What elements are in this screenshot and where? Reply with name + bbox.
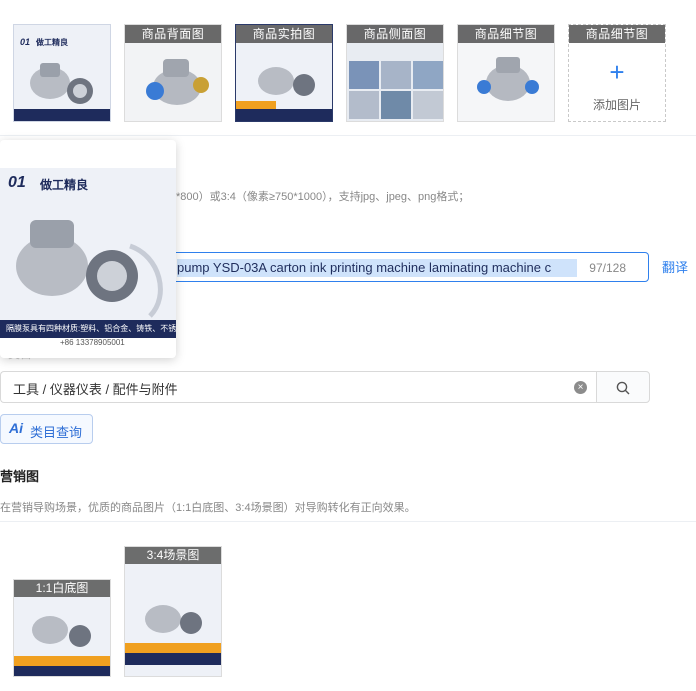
marketing-image-label: 1:1白底图 bbox=[14, 580, 110, 597]
category-value: 工具 / 仪器仪表 / 配件与附件 bbox=[13, 382, 178, 397]
gallery-thumb-real[interactable]: 商品实拍图 bbox=[235, 24, 333, 122]
image-requirements-hint: *800）或3:4（像素≥750*1000），支持jpg、jpeg、png格式； bbox=[176, 191, 470, 203]
marketing-description: 在营销导购场景，优质的商品图片（1:1白底图、3:4场景图）对导购转化有正向效果… bbox=[0, 502, 416, 514]
thumb-title: 做工精良 bbox=[36, 38, 68, 47]
thumb-label: 商品背面图 bbox=[125, 25, 221, 43]
clear-icon[interactable]: × bbox=[574, 381, 587, 394]
thumb-label: 商品细节图 bbox=[458, 25, 554, 43]
add-image-text: 添加图片 bbox=[592, 98, 641, 112]
preview-num: 01 bbox=[8, 174, 26, 191]
gallery-thumb-side[interactable]: 商品侧面图 bbox=[346, 24, 444, 122]
ai-category-query-button[interactable]: Ai 类目查询 bbox=[0, 414, 93, 444]
thumb-label: 商品细节图 bbox=[569, 25, 665, 43]
thumb-num: 01 bbox=[20, 37, 31, 47]
gallery-thumb-1[interactable]: 01 做工精良 bbox=[13, 24, 111, 122]
product-image bbox=[125, 547, 221, 676]
preview-caption: 隔膜泵具有四种材质:塑料、铝合金、铸铁、不锈钢 bbox=[0, 320, 176, 338]
plus-icon: + bbox=[609, 57, 625, 87]
divider bbox=[0, 521, 696, 522]
preview-footer: +86 13378905001 bbox=[60, 338, 125, 347]
ai-icon: Ai bbox=[9, 420, 23, 436]
char-count: 97/128 bbox=[589, 261, 626, 275]
category-input[interactable]: 工具 / 仪器仪表 / 配件与附件 × bbox=[0, 371, 597, 403]
divider bbox=[0, 135, 696, 136]
category-search-button[interactable] bbox=[596, 371, 650, 403]
marketing-image-label: 3:4场景图 bbox=[125, 547, 221, 564]
translate-link[interactable]: 翻译 bbox=[662, 257, 688, 276]
image-preview-popover: 01 做工精良 隔膜泵具有四种材质:塑料、铝合金、铸铁、不锈钢 +86 1337… bbox=[0, 140, 176, 358]
preview-title: 做工精良 bbox=[40, 178, 89, 192]
gallery-thumb-detail[interactable]: 商品细节图 bbox=[457, 24, 555, 122]
ai-button-label: 类目查询 bbox=[30, 425, 83, 440]
marketing-image-portrait[interactable]: 3:4场景图 bbox=[124, 546, 222, 677]
gallery-thumb-back[interactable]: 商品背面图 bbox=[124, 24, 222, 122]
thumb-label: 商品实拍图 bbox=[236, 25, 332, 43]
add-image-slot[interactable]: 商品细节图 + 添加图片 bbox=[568, 24, 666, 122]
thumb-label: 商品侧面图 bbox=[347, 25, 443, 43]
title-input[interactable]: pump YSD-03A carton ink printing machine… bbox=[170, 252, 649, 282]
product-photo bbox=[16, 220, 163, 318]
title-text: pump YSD-03A carton ink printing machine… bbox=[177, 259, 577, 277]
search-icon bbox=[616, 381, 630, 395]
marketing-image-square[interactable]: 1:1白底图 bbox=[13, 579, 111, 677]
marketing-title: 营销图 bbox=[0, 469, 40, 484]
